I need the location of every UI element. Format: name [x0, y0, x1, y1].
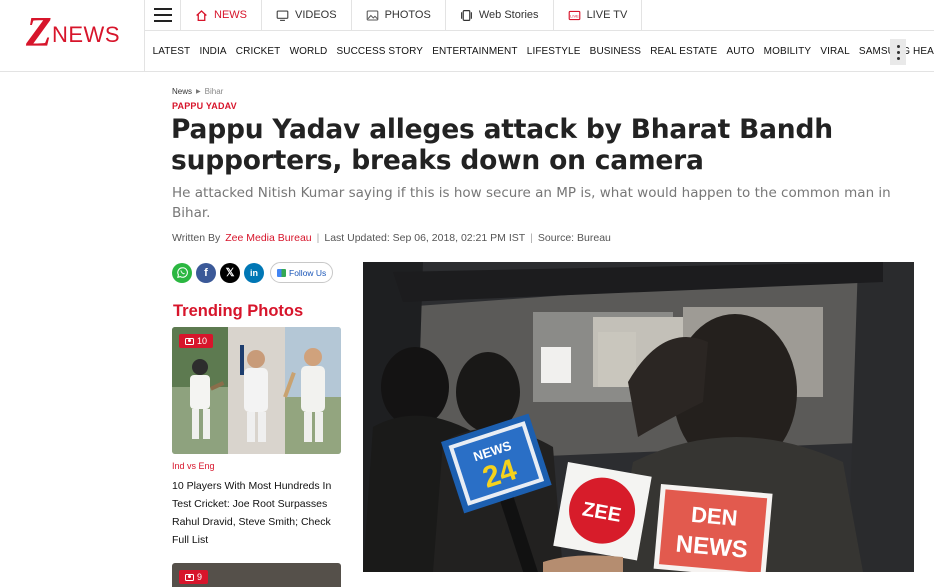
trending-card-title[interactable]: 10 Players With Most Hundreds In Test Cr…: [172, 477, 342, 549]
photo-count-2: 9: [197, 572, 203, 582]
nav-photos-label: PHOTOS: [384, 9, 431, 21]
home-icon: [196, 9, 207, 21]
article-byline: Written By Zee Media Bureau | Last Updat…: [172, 232, 611, 244]
written-by-label: Written By: [172, 232, 221, 244]
article-hero-image[interactable]: NEWS 24 ZEE DEN NEWS: [363, 262, 914, 572]
breadcrumb-current[interactable]: Bihar: [205, 87, 224, 96]
camera-icon: [185, 573, 194, 581]
category-navigation: LATEST INDIA CRICKET WORLD SUCCESS STORY…: [145, 31, 934, 72]
nav-web-stories[interactable]: Web Stories: [446, 0, 554, 30]
hero-photo: NEWS 24 ZEE DEN NEWS: [363, 262, 914, 572]
google-news-icon: [277, 268, 286, 277]
logo-letter: Z: [26, 10, 52, 56]
category-real-estate[interactable]: REAL ESTATE: [646, 46, 722, 57]
nav-web-stories-label: Web Stories: [478, 9, 539, 21]
monitor-icon: [276, 9, 289, 21]
top-navigation: NEWS VIDEOS PHOTOS Web Stories LIVE LIVE…: [145, 0, 934, 31]
category-latest[interactable]: LATEST: [148, 46, 195, 57]
den-mic: DEN NEWS: [653, 484, 773, 572]
nav-live-tv[interactable]: LIVE LIVE TV: [554, 0, 643, 30]
photo-icon: [366, 10, 378, 20]
trending-card-image[interactable]: 10: [172, 327, 341, 454]
breadcrumb: News ▶ Bihar: [172, 87, 223, 96]
article-subhead: He attacked Nitish Kumar saying if this …: [172, 185, 891, 221]
article-kicker[interactable]: PAPPU YADAV: [172, 101, 237, 111]
photo-count-badge: 10: [179, 334, 214, 348]
photo-count-badge-2: 9: [179, 570, 209, 584]
breadcrumb-separator-icon: ▶: [196, 89, 201, 95]
photo-count: 10: [197, 336, 208, 346]
byline-divider: |: [530, 232, 533, 244]
breadcrumb-home[interactable]: News: [172, 87, 192, 96]
category-entertainment[interactable]: ENTERTAINMENT: [428, 46, 523, 57]
follow-us-label: Follow Us: [289, 267, 327, 278]
site-logo[interactable]: Z NEWS: [0, 0, 145, 72]
nav-live-tv-label: LIVE TV: [586, 9, 628, 21]
whatsapp-icon[interactable]: [172, 262, 192, 283]
menu-icon[interactable]: [145, 0, 181, 30]
live-tv-icon: LIVE: [568, 10, 580, 20]
more-menu-icon[interactable]: [890, 39, 906, 65]
linkedin-icon[interactable]: in: [244, 262, 264, 283]
logo-word: NEWS: [52, 22, 120, 47]
zee-mic: ZEE: [553, 462, 652, 561]
facebook-icon[interactable]: f: [196, 262, 216, 283]
nav-videos[interactable]: VIDEOS: [262, 0, 352, 30]
article-headline: Pappu Yadav alleges attack by Bharat Ban…: [171, 114, 833, 176]
follow-us-button[interactable]: Follow Us: [270, 262, 334, 283]
category-auto[interactable]: AUTO: [722, 46, 759, 57]
trending-card-image-2[interactable]: 9: [172, 563, 341, 587]
den-mic-top-text: DEN: [690, 502, 738, 531]
category-india[interactable]: INDIA: [195, 46, 231, 57]
category-success-story[interactable]: SUCCESS STORY: [332, 46, 428, 57]
byline-divider: |: [316, 232, 320, 244]
category-business[interactable]: BUSINESS: [585, 46, 646, 57]
nav-news[interactable]: NEWS: [181, 0, 262, 30]
author-link[interactable]: Zee Media Bureau: [225, 232, 311, 244]
category-cricket[interactable]: CRICKET: [231, 46, 285, 57]
svg-text:LIVE: LIVE: [570, 13, 579, 18]
category-viral[interactable]: VIRAL: [816, 46, 855, 57]
last-updated: Last Updated: Sep 06, 2018, 02:21 PM IST: [324, 232, 526, 244]
web-stories-icon: [460, 9, 472, 21]
category-mobility[interactable]: MOBILITY: [759, 46, 816, 57]
category-lifestyle[interactable]: LIFESTYLE: [522, 46, 585, 57]
share-bar: f 𝕏 in Follow Us: [172, 262, 334, 283]
nav-videos-label: VIDEOS: [295, 9, 337, 21]
camera-icon: [185, 337, 194, 345]
nav-news-label: NEWS: [214, 9, 247, 21]
trending-photos-heading: Trending Photos: [173, 302, 304, 320]
category-world[interactable]: WORLD: [285, 46, 332, 57]
article-source: Source: Bureau: [537, 232, 611, 244]
x-twitter-icon[interactable]: 𝕏: [220, 262, 240, 283]
nav-photos[interactable]: PHOTOS: [352, 0, 446, 30]
trending-card-category[interactable]: Ind vs Eng: [172, 461, 215, 471]
